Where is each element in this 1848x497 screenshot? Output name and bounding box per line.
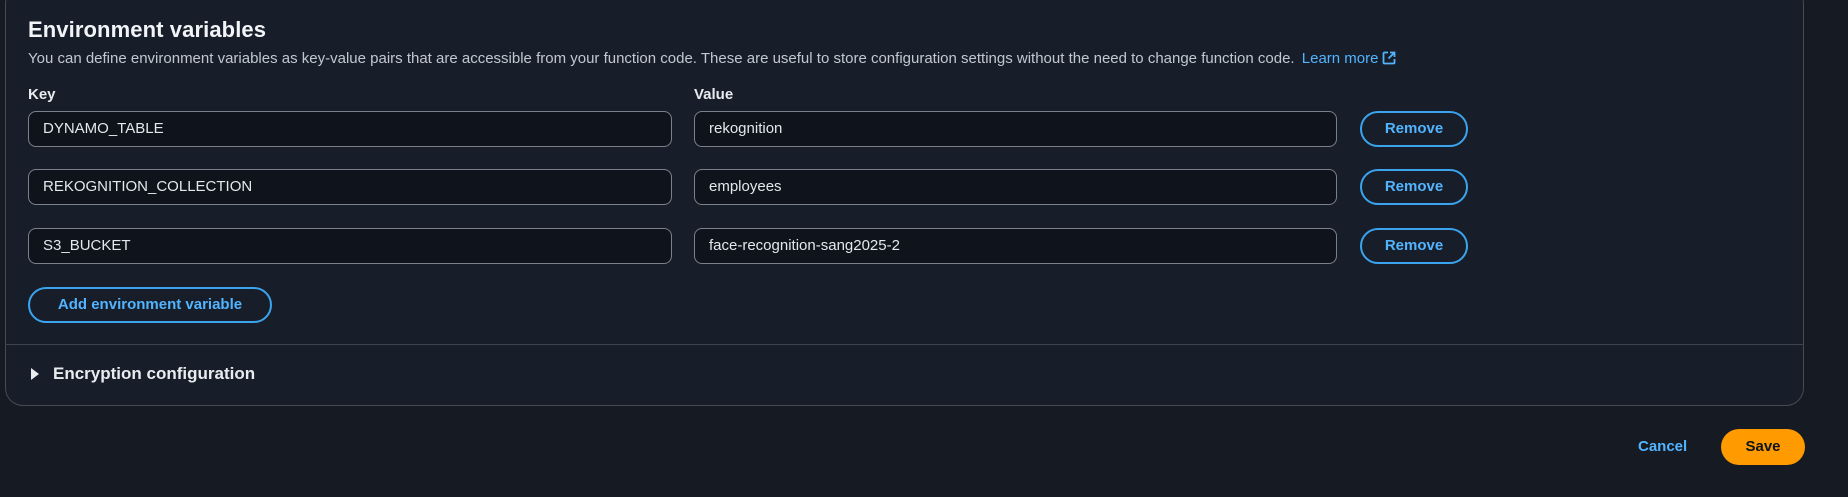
encryption-configuration-label: Encryption configuration [53, 364, 256, 383]
add-environment-variable-button[interactable]: Add environment variable [28, 287, 272, 323]
learn-more-label: Learn more [1301, 50, 1379, 67]
key-input-rekognition-collection[interactable]: REKOGNITION_COLLECTION [28, 169, 672, 205]
section-divider [5, 344, 1804, 345]
value-input-rekognition-collection[interactable]: employees [694, 169, 1337, 205]
learn-more-link[interactable]: Learn more [1302, 50, 1397, 67]
value-input-s3-bucket[interactable]: face-recognition-sang2025-2 [694, 228, 1337, 264]
external-link-icon [1383, 51, 1396, 65]
save-button[interactable]: Save [1721, 429, 1805, 465]
description-text: You can define environment variables as … [28, 50, 1295, 67]
key-input-s3-bucket[interactable]: S3_BUCKET [28, 228, 672, 264]
remove-button-dynamo-table[interactable]: Remove [1360, 111, 1468, 147]
remove-button-rekognition-collection[interactable]: Remove [1360, 169, 1468, 205]
section-title: Environment variables [28, 17, 267, 42]
section-description: You can define environment variables as … [28, 50, 1396, 67]
caret-right-icon [31, 368, 39, 380]
encryption-configuration-toggle[interactable]: Encryption configuration [28, 364, 255, 384]
key-column-label: Key [28, 86, 56, 103]
key-input-dynamo-table[interactable]: DYNAMO_TABLE [28, 111, 672, 147]
value-column-label: Value [694, 86, 734, 103]
cancel-button[interactable]: Cancel [1638, 438, 1687, 455]
remove-button-s3-bucket[interactable]: Remove [1360, 228, 1468, 264]
value-input-dynamo-table[interactable]: rekognition [694, 111, 1337, 147]
